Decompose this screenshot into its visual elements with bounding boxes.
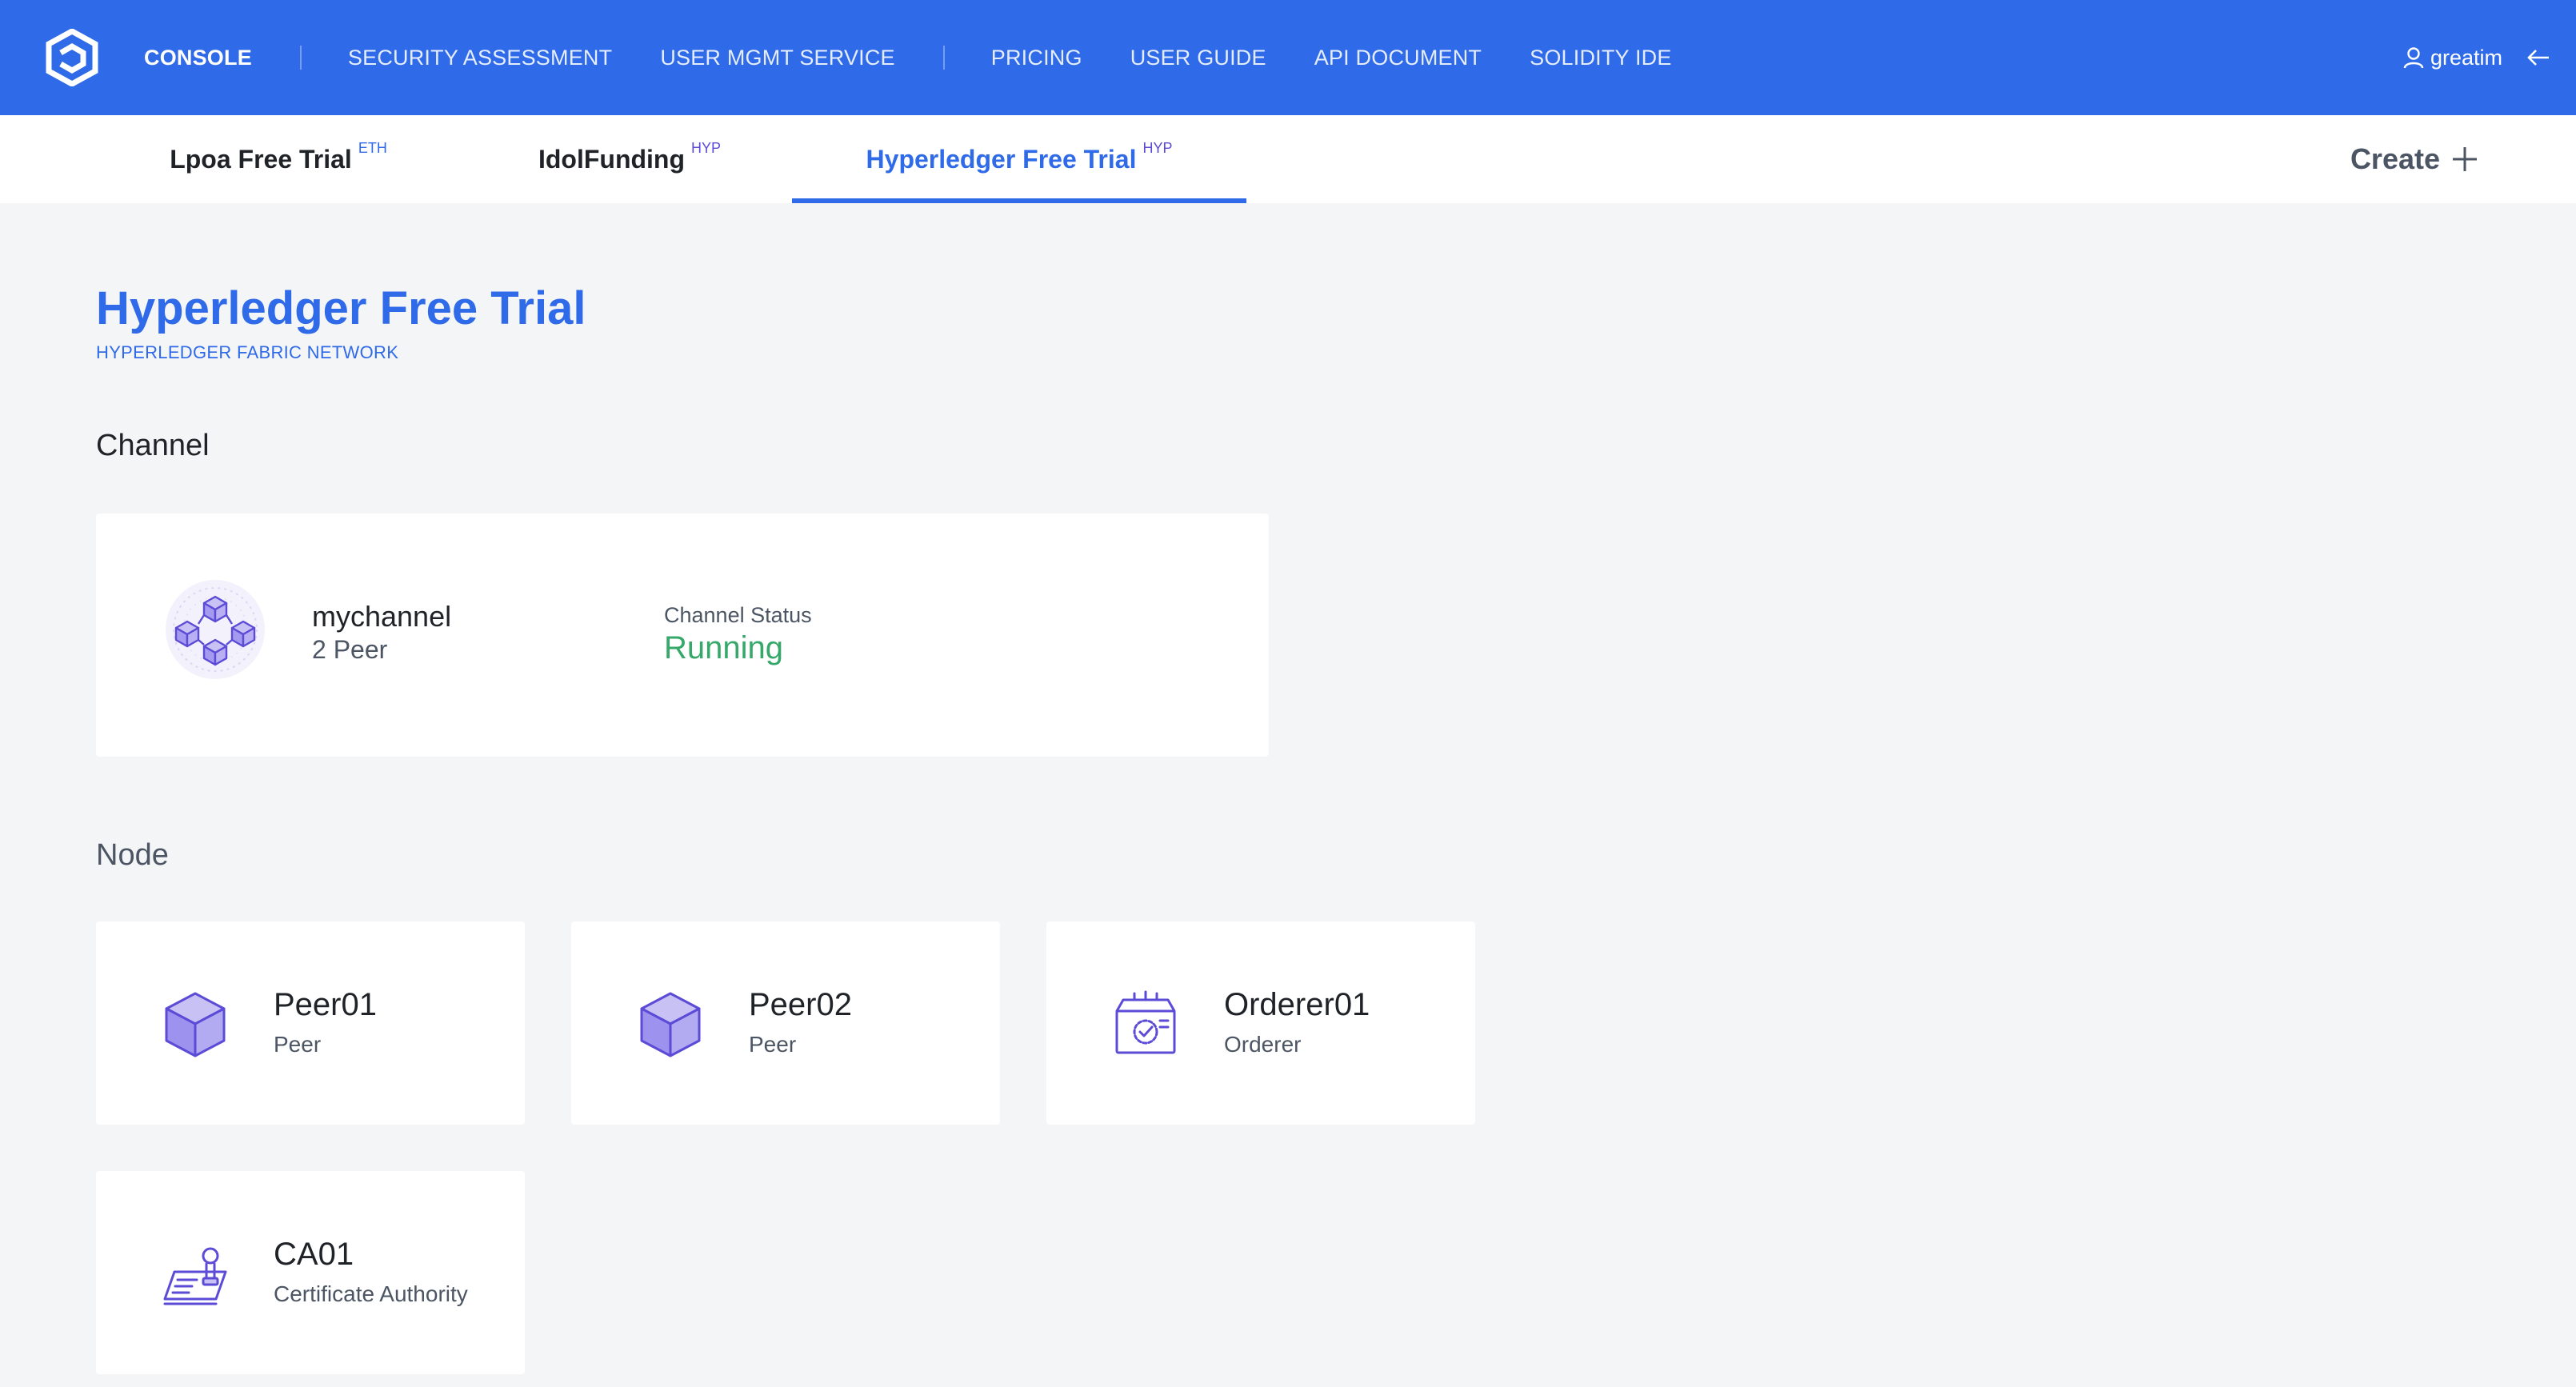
nav-divider	[942, 46, 945, 70]
channel-peer-count: 2 Peer	[312, 635, 388, 664]
node-section-heading: Node	[96, 838, 169, 872]
tab-label: Lpoa Free Trial	[170, 144, 352, 174]
tab-lpoa-free-trial[interactable]: Lpoa Free Trial ETH	[170, 115, 387, 203]
network-tab-bar: Lpoa Free Trial ETH IdolFunding HYP Hype…	[0, 115, 2576, 203]
tab-idolfunding[interactable]: IdolFunding HYP	[538, 115, 722, 203]
nav-api-document[interactable]: API DOCUMENT	[1314, 46, 1482, 70]
channel-name: mychannel	[312, 600, 452, 633]
node-type: Peer	[274, 1032, 322, 1057]
channel-network-icon	[166, 580, 265, 679]
nav-divider	[299, 46, 302, 70]
tab-badge: HYP	[691, 139, 722, 156]
tab-hyperledger-free-trial[interactable]: Hyperledger Free Trial HYP	[792, 115, 1246, 203]
username[interactable]: greatim	[2430, 46, 2502, 70]
channel-section-heading: Channel	[96, 429, 210, 462]
node-card-ca01[interactable]: CA01 Certificate Authority	[96, 1171, 525, 1374]
nav-solidity-ide[interactable]: SOLIDITY IDE	[1530, 46, 1671, 70]
node-name: CA01	[274, 1237, 354, 1272]
channel-status-value: Running	[664, 630, 784, 666]
user-menu[interactable]: greatim	[2403, 0, 2557, 115]
node-name: Peer02	[749, 987, 852, 1022]
nav-console[interactable]: CONSOLE	[144, 46, 252, 70]
user-icon	[2403, 47, 2424, 69]
node-type: Orderer	[1224, 1032, 1302, 1057]
node-card-peer02[interactable]: Peer02 Peer	[571, 921, 1000, 1125]
node-type: Peer	[749, 1032, 797, 1057]
page-subtitle: HYPERLEDGER FABRIC NETWORK	[96, 342, 399, 362]
node-name: Peer01	[274, 987, 377, 1022]
channel-status-label: Channel Status	[664, 603, 812, 627]
node-name: Orderer01	[1224, 987, 1370, 1022]
main-nav: CONSOLE SECURITY ASSESSMENT USER MGMT SE…	[144, 0, 1720, 115]
tab-badge: ETH	[358, 139, 387, 156]
logo-icon[interactable]	[45, 29, 99, 86]
create-button[interactable]: Create	[2350, 138, 2478, 181]
node-type: Certificate Authority	[274, 1281, 468, 1306]
cube-icon	[640, 992, 701, 1057]
nav-user-guide[interactable]: USER GUIDE	[1130, 46, 1266, 70]
nav-pricing[interactable]: PRICING	[991, 46, 1082, 70]
create-label: Create	[2350, 142, 2440, 175]
tab-badge: HYP	[1142, 139, 1173, 156]
plus-icon	[2453, 147, 2477, 171]
node-card-peer01[interactable]: Peer01 Peer	[96, 921, 525, 1125]
certificate-stamp-icon	[163, 1247, 227, 1305]
page-title: Hyperledger Free Trial	[96, 282, 586, 334]
node-card-orderer01[interactable]: Orderer01 Orderer	[1046, 921, 1475, 1125]
nav-security-assessment[interactable]: SECURITY ASSESSMENT	[348, 46, 612, 70]
nav-user-mgmt-service[interactable]: USER MGMT SERVICE	[660, 46, 894, 70]
tab-label: Hyperledger Free Trial	[866, 144, 1137, 174]
logout-arrow-icon[interactable]	[2526, 48, 2550, 67]
top-nav-bar: CONSOLE SECURITY ASSESSMENT USER MGMT SE…	[0, 0, 2576, 115]
orderer-box-icon	[1115, 990, 1176, 1054]
cube-icon	[165, 992, 226, 1057]
channel-card[interactable]: mychannel 2 Peer Channel Status Running	[96, 514, 1269, 757]
tab-label: IdolFunding	[538, 144, 686, 174]
